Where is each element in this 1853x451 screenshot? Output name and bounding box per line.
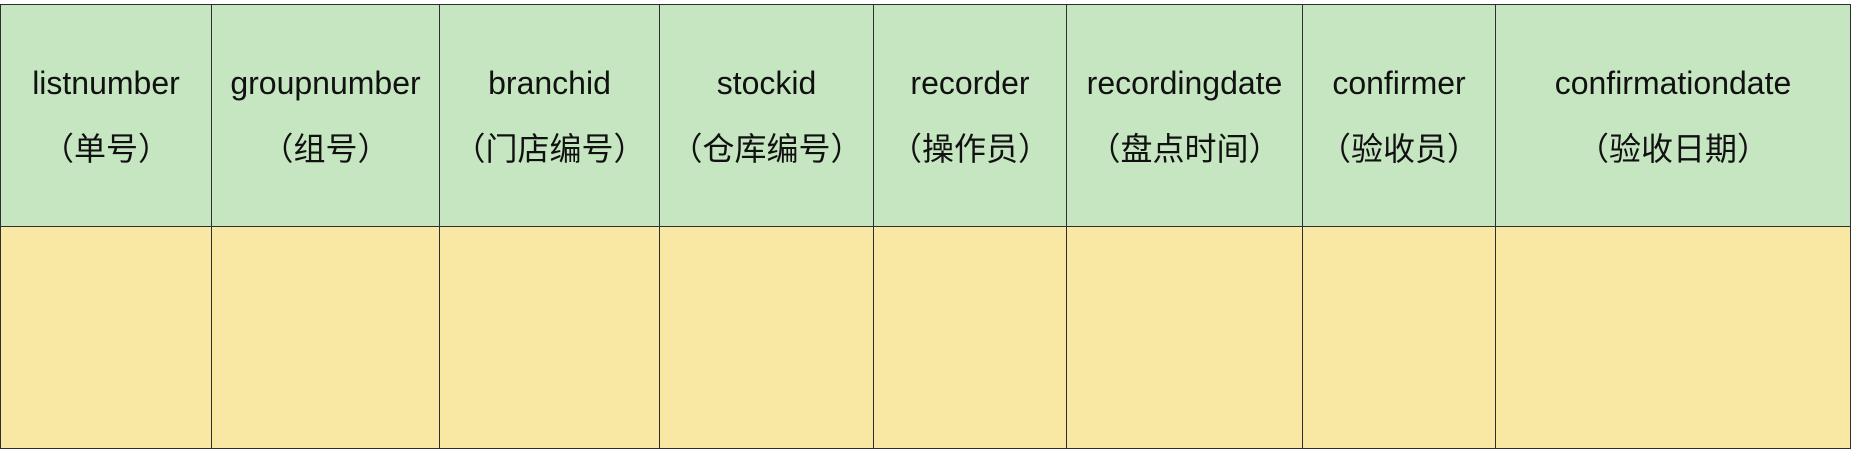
column-name: listnumber bbox=[32, 64, 180, 101]
data-cell-listnumber[interactable] bbox=[0, 226, 212, 449]
header-cell-stockid[interactable]: stockid （仓库编号） bbox=[659, 4, 874, 227]
column-name: groupnumber bbox=[230, 64, 421, 101]
data-cell-branchid[interactable] bbox=[439, 226, 660, 449]
header-cell-recorder[interactable]: recorder （操作员） bbox=[873, 4, 1067, 227]
column-name: branchid bbox=[488, 64, 611, 101]
column-description: （门店编号） bbox=[453, 129, 646, 168]
header-cell-groupnumber[interactable]: groupnumber （组号） bbox=[211, 4, 440, 227]
column-name: confirmer bbox=[1332, 64, 1466, 101]
header-cell-confirmationdate[interactable]: confirmationdate （验收日期） bbox=[1495, 4, 1851, 227]
column-description: （组号） bbox=[261, 129, 390, 168]
column-name: confirmationdate bbox=[1554, 64, 1792, 101]
data-cell-groupnumber[interactable] bbox=[211, 226, 440, 449]
header-cell-recordingdate[interactable]: recordingdate （盘点时间） bbox=[1066, 4, 1303, 227]
column-name: recorder bbox=[910, 64, 1030, 101]
data-row bbox=[0, 226, 1851, 449]
column-name: recordingdate bbox=[1086, 64, 1283, 101]
header-row: listnumber （单号） groupnumber （组号） branchi… bbox=[0, 4, 1851, 227]
data-cell-stockid[interactable] bbox=[659, 226, 874, 449]
column-description: （操作员） bbox=[889, 129, 1050, 168]
data-cell-confirmer[interactable] bbox=[1302, 226, 1496, 449]
column-description: （仓库编号） bbox=[670, 129, 863, 168]
header-cell-confirmer[interactable]: confirmer （验收员） bbox=[1302, 4, 1496, 227]
data-cell-recorder[interactable] bbox=[873, 226, 1067, 449]
column-description: （验收员） bbox=[1318, 129, 1479, 168]
column-description: （验收日期） bbox=[1576, 129, 1769, 168]
column-name: stockid bbox=[716, 64, 817, 101]
data-cell-recordingdate[interactable] bbox=[1066, 226, 1303, 449]
column-description: （盘点时间） bbox=[1088, 129, 1281, 168]
spreadsheet-table: listnumber （单号） groupnumber （组号） branchi… bbox=[0, 4, 1851, 449]
column-description: （单号） bbox=[41, 129, 170, 168]
header-cell-branchid[interactable]: branchid （门店编号） bbox=[439, 4, 660, 227]
header-cell-listnumber[interactable]: listnumber （单号） bbox=[0, 4, 212, 227]
data-cell-confirmationdate[interactable] bbox=[1495, 226, 1851, 449]
